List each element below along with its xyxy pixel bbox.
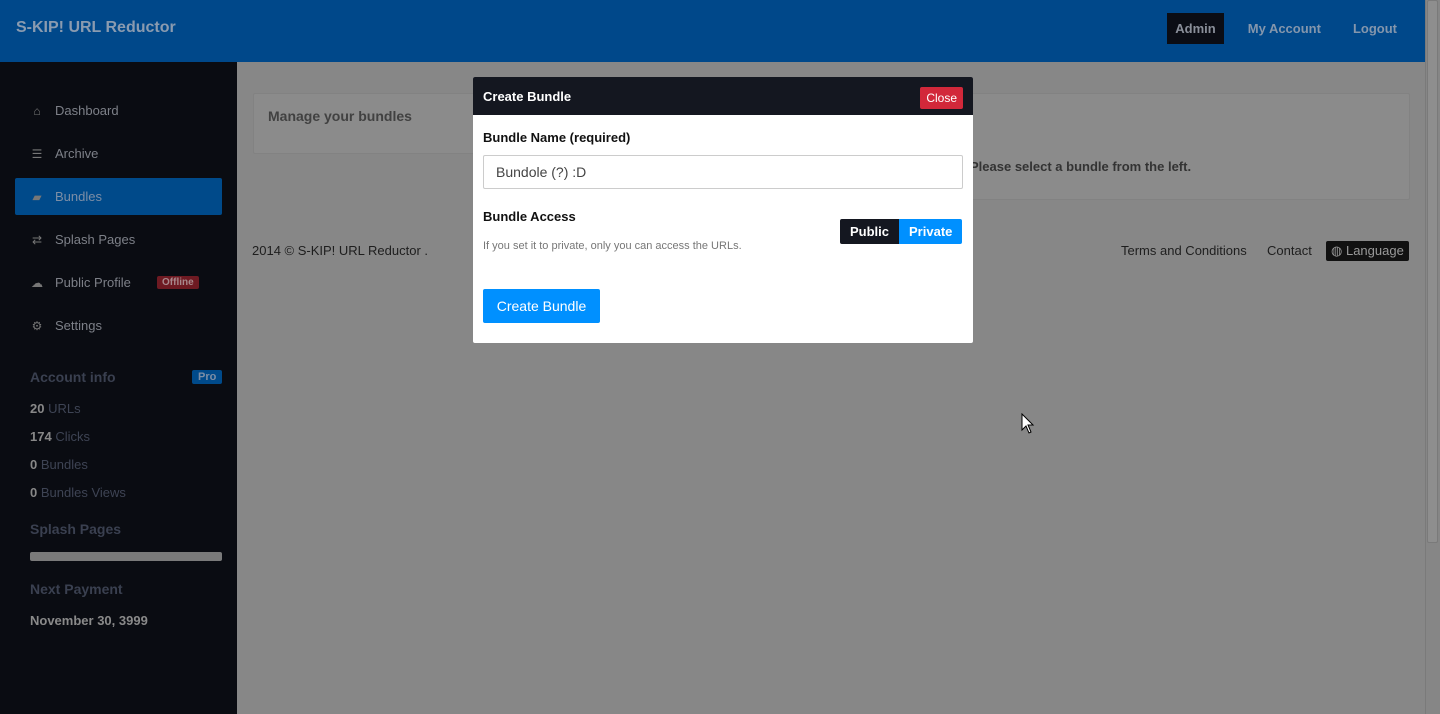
close-button[interactable]: Close bbox=[920, 87, 963, 109]
splash-pages-progress bbox=[30, 552, 222, 561]
sidebar-item-label: Splash Pages bbox=[55, 232, 136, 247]
nav-my-account[interactable]: My Account bbox=[1240, 13, 1329, 44]
home-icon: ⌂ bbox=[33, 103, 41, 118]
bundle-access-label: Bundle Access bbox=[483, 209, 576, 224]
private-option[interactable]: Private bbox=[899, 219, 963, 244]
brand-logo[interactable]: S-KIP! URL Reductor bbox=[16, 19, 176, 37]
stat-urls: 20 URLs bbox=[30, 401, 81, 416]
stat-clicks: 174 Clicks bbox=[30, 429, 90, 444]
top-navbar: S-KIP! URL Reductor Admin My Account Log… bbox=[0, 0, 1425, 62]
splash-pages-heading: Splash Pages bbox=[30, 521, 122, 537]
gear-icon: ⚙ bbox=[31, 318, 43, 333]
next-payment-heading: Next Payment bbox=[30, 581, 123, 597]
sidebar-item-label: Public Profile bbox=[55, 275, 131, 290]
mouse-cursor-icon bbox=[1021, 413, 1035, 434]
sidebar-item-archive[interactable]: ☰ Archive bbox=[15, 135, 222, 172]
nav-logout[interactable]: Logout bbox=[1345, 13, 1405, 44]
copyright: 2014 © S-KIP! URL Reductor . bbox=[252, 243, 429, 258]
sidebar-item-label: Dashboard bbox=[55, 103, 119, 118]
panel-title: Manage your bundles bbox=[268, 108, 412, 124]
sidebar-item-label: Bundles bbox=[55, 189, 102, 204]
next-payment-date: November 30, 3999 bbox=[30, 613, 148, 628]
sidebar-item-bundles[interactable]: ▰ Bundles bbox=[15, 178, 222, 215]
transfer-icon: ⇄ bbox=[31, 232, 43, 247]
bundle-name-input[interactable] bbox=[483, 155, 963, 189]
sidebar-item-splash-pages[interactable]: ⇄ Splash Pages bbox=[15, 221, 222, 258]
folder-open-icon: ▰ bbox=[32, 189, 42, 204]
stat-bundles: 0 Bundles bbox=[30, 457, 88, 472]
access-toggle: Public Private bbox=[840, 219, 963, 244]
offline-badge: Offline bbox=[157, 276, 199, 289]
sidebar-item-public-profile[interactable]: ☁ Public Profile Offline bbox=[15, 264, 222, 301]
pro-badge: Pro bbox=[192, 370, 223, 384]
bundle-access-help: If you set it to private, only you can a… bbox=[483, 240, 742, 252]
sidebar-item-label: Settings bbox=[55, 318, 102, 333]
globe-icon: ◍ bbox=[1331, 243, 1343, 258]
bundle-name-label: Bundle Name (required) bbox=[483, 130, 631, 145]
public-option[interactable]: Public bbox=[840, 219, 900, 244]
nav-admin[interactable]: Admin bbox=[1167, 13, 1224, 44]
create-bundle-button[interactable]: Create Bundle bbox=[483, 289, 600, 323]
terms-link[interactable]: Terms and Conditions bbox=[1121, 243, 1247, 258]
account-info-heading: Account info bbox=[30, 369, 116, 385]
list-icon: ☰ bbox=[31, 146, 43, 161]
create-bundle-modal: Create Bundle Close Bundle Name (require… bbox=[473, 77, 973, 343]
select-bundle-hint: Please select a bundle from the left. bbox=[970, 159, 1192, 174]
language-label: Language bbox=[1345, 243, 1404, 258]
stat-bundle-views: 0 Bundles Views bbox=[30, 485, 126, 500]
contact-link[interactable]: Contact bbox=[1267, 243, 1312, 258]
sidebar-item-settings[interactable]: ⚙ Settings bbox=[15, 307, 222, 344]
language-button[interactable]: ◍ Language bbox=[1326, 241, 1409, 261]
sidebar-item-dashboard[interactable]: ⌂ Dashboard bbox=[15, 92, 222, 129]
scrollbar-thumb[interactable] bbox=[1427, 0, 1438, 543]
sidebar-item-label: Archive bbox=[55, 146, 99, 161]
cloud-icon: ☁ bbox=[31, 275, 43, 290]
modal-title: Create Bundle bbox=[483, 89, 572, 104]
